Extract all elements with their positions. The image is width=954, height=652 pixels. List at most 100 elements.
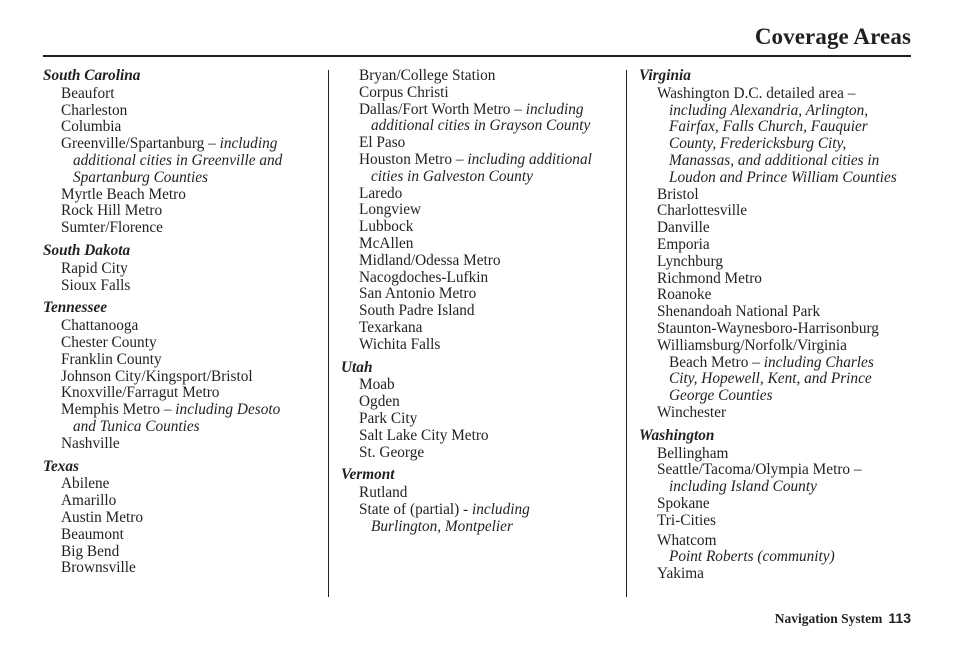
city-item: Sumter/Florence [61,219,163,237]
city-item: Beaufort [61,84,115,102]
city-item: Houston Metro – including additional [341,150,621,169]
city-note: Spartanburg Counties [73,168,208,186]
city-item: Rutland [359,484,408,502]
city-note: Burlington, Montpelier [371,517,513,535]
city-item: Midland/Odessa Metro [359,251,501,269]
city-item: Beaumont [61,525,124,543]
city-note: additional cities in Grayson County [371,117,591,135]
column-1: South Carolina Beaufort Charleston Colum… [43,67,323,577]
city-item: Greenville/Spartanburg – including [43,135,323,153]
city-note: Point Roberts (community) [669,548,835,566]
city-item: Staunton-Waynesboro-Harrisonburg [657,319,879,337]
city-name: Memphis Metro – [61,401,176,419]
city-item-continued: Beach Metro – including Charles [639,353,924,372]
city-item: Lubbock [359,218,414,236]
city-note: cities in Galveston County [371,167,533,185]
column-2: Bryan/College Station Corpus Christi Dal… [341,67,621,536]
city-item: Tri-Cities [657,511,716,529]
city-item: Sioux Falls [61,276,131,294]
city-note: including Charles [763,353,874,371]
city-note: including Alexandria, Arlington, [669,101,869,119]
city-item: Laredo [359,184,403,202]
city-item: Moab [359,376,395,394]
state-heading: Utah [341,358,373,376]
city-item: Memphis Metro – including Desoto [43,401,323,419]
city-item: Seattle/Tacoma/Olympia Metro – [657,461,862,479]
city-item: Salt Lake City Metro [359,426,489,444]
city-note: including Desoto [175,401,281,419]
city-item: St. George [359,443,425,461]
column-3: Virginia Washington D.C. detailed area –… [639,67,924,583]
city-item: Knoxville/Farragut Metro [61,384,220,402]
city-item: Bristol [657,185,699,203]
city-item: Spokane [657,494,710,512]
page-footer: Navigation System 113 [775,610,911,627]
city-item: Washington D.C. detailed area – [657,84,856,102]
column-divider [328,70,329,597]
footer-section: Navigation System [774,611,883,626]
city-item: Danville [657,219,710,237]
city-name: Greenville/Spartanburg – [61,135,220,153]
city-note: and Tunica Counties [73,417,200,435]
city-item: Austin Metro [61,508,144,526]
state-heading: Tennessee [43,299,108,317]
city-item: Rapid City [61,259,128,277]
city-item: Shenandoah National Park [657,303,821,321]
city-item: Williamsburg/Norfolk/Virginia [657,336,847,354]
city-item: Franklin County [61,350,162,368]
city-item: Yakima [657,565,704,583]
city-item: Big Bend [61,542,120,560]
city-item: State of (partial) - including [341,500,621,519]
city-item: South Padre Island [359,302,475,320]
city-item: Charlottesville [657,202,748,220]
city-item: Ogden [359,393,400,411]
city-item: San Antonio Metro [359,285,477,303]
city-item: Park City [359,409,418,427]
city-item: Abilene [61,475,110,493]
city-name: Beach Metro – [669,353,764,371]
city-note: including additional [467,150,592,168]
city-item: Amarillo [61,492,117,510]
city-note: including [525,100,584,118]
city-item: Texarkana [359,318,423,336]
column-divider [626,70,627,597]
city-name: Houston Metro – [359,150,468,168]
state-heading: Washington [639,426,715,444]
city-item: Chattanooga [61,317,139,335]
page-title: Coverage Areas [754,24,911,49]
city-item: Nashville [61,434,120,452]
city-item: Bellingham [657,444,729,462]
city-name: State of (partial) - [359,500,472,518]
city-item: Brownsville [61,559,136,577]
city-item: Emporia [657,235,710,253]
city-item: El Paso [359,134,406,152]
city-item: Bryan/College Station [359,67,496,84]
city-note: including [219,135,278,153]
city-item: Roanoke [657,286,712,304]
state-heading: South Dakota [43,241,131,259]
city-note: George Counties [669,387,773,405]
city-item: Wichita Falls [359,335,441,353]
state-heading: Texas [43,457,79,475]
city-note: including [471,500,530,518]
city-note: City, Hopewell, Kent, and Prince [669,370,872,388]
city-item: Winchester [657,403,727,421]
city-item: Corpus Christi [359,83,449,101]
city-item: Lynchburg [657,252,723,270]
city-note: Manassas, and additional cities in [669,151,880,169]
city-item: Charleston [61,101,128,119]
city-note: additional cities in Greenville and [73,151,283,169]
city-item: Nacogdoches-Lufkin [359,268,489,286]
page-number: 113 [888,610,911,626]
state-heading: South Carolina [43,67,141,84]
city-item: Myrtle Beach Metro [61,185,186,203]
title-rule [43,55,911,57]
city-note: Fairfax, Falls Church, Fauquier [669,118,868,136]
city-item: Dallas/Fort Worth Metro – including [341,100,621,119]
city-note: Loudon and Prince William Counties [669,168,897,186]
city-item: Whatcom [657,531,717,549]
state-heading: Vermont [341,466,395,484]
city-note: County, Fredericksburg City, [669,135,847,153]
city-item: Johnson City/Kingsport/Bristol [61,367,253,385]
city-name: Dallas/Fort Worth Metro – [359,100,526,118]
